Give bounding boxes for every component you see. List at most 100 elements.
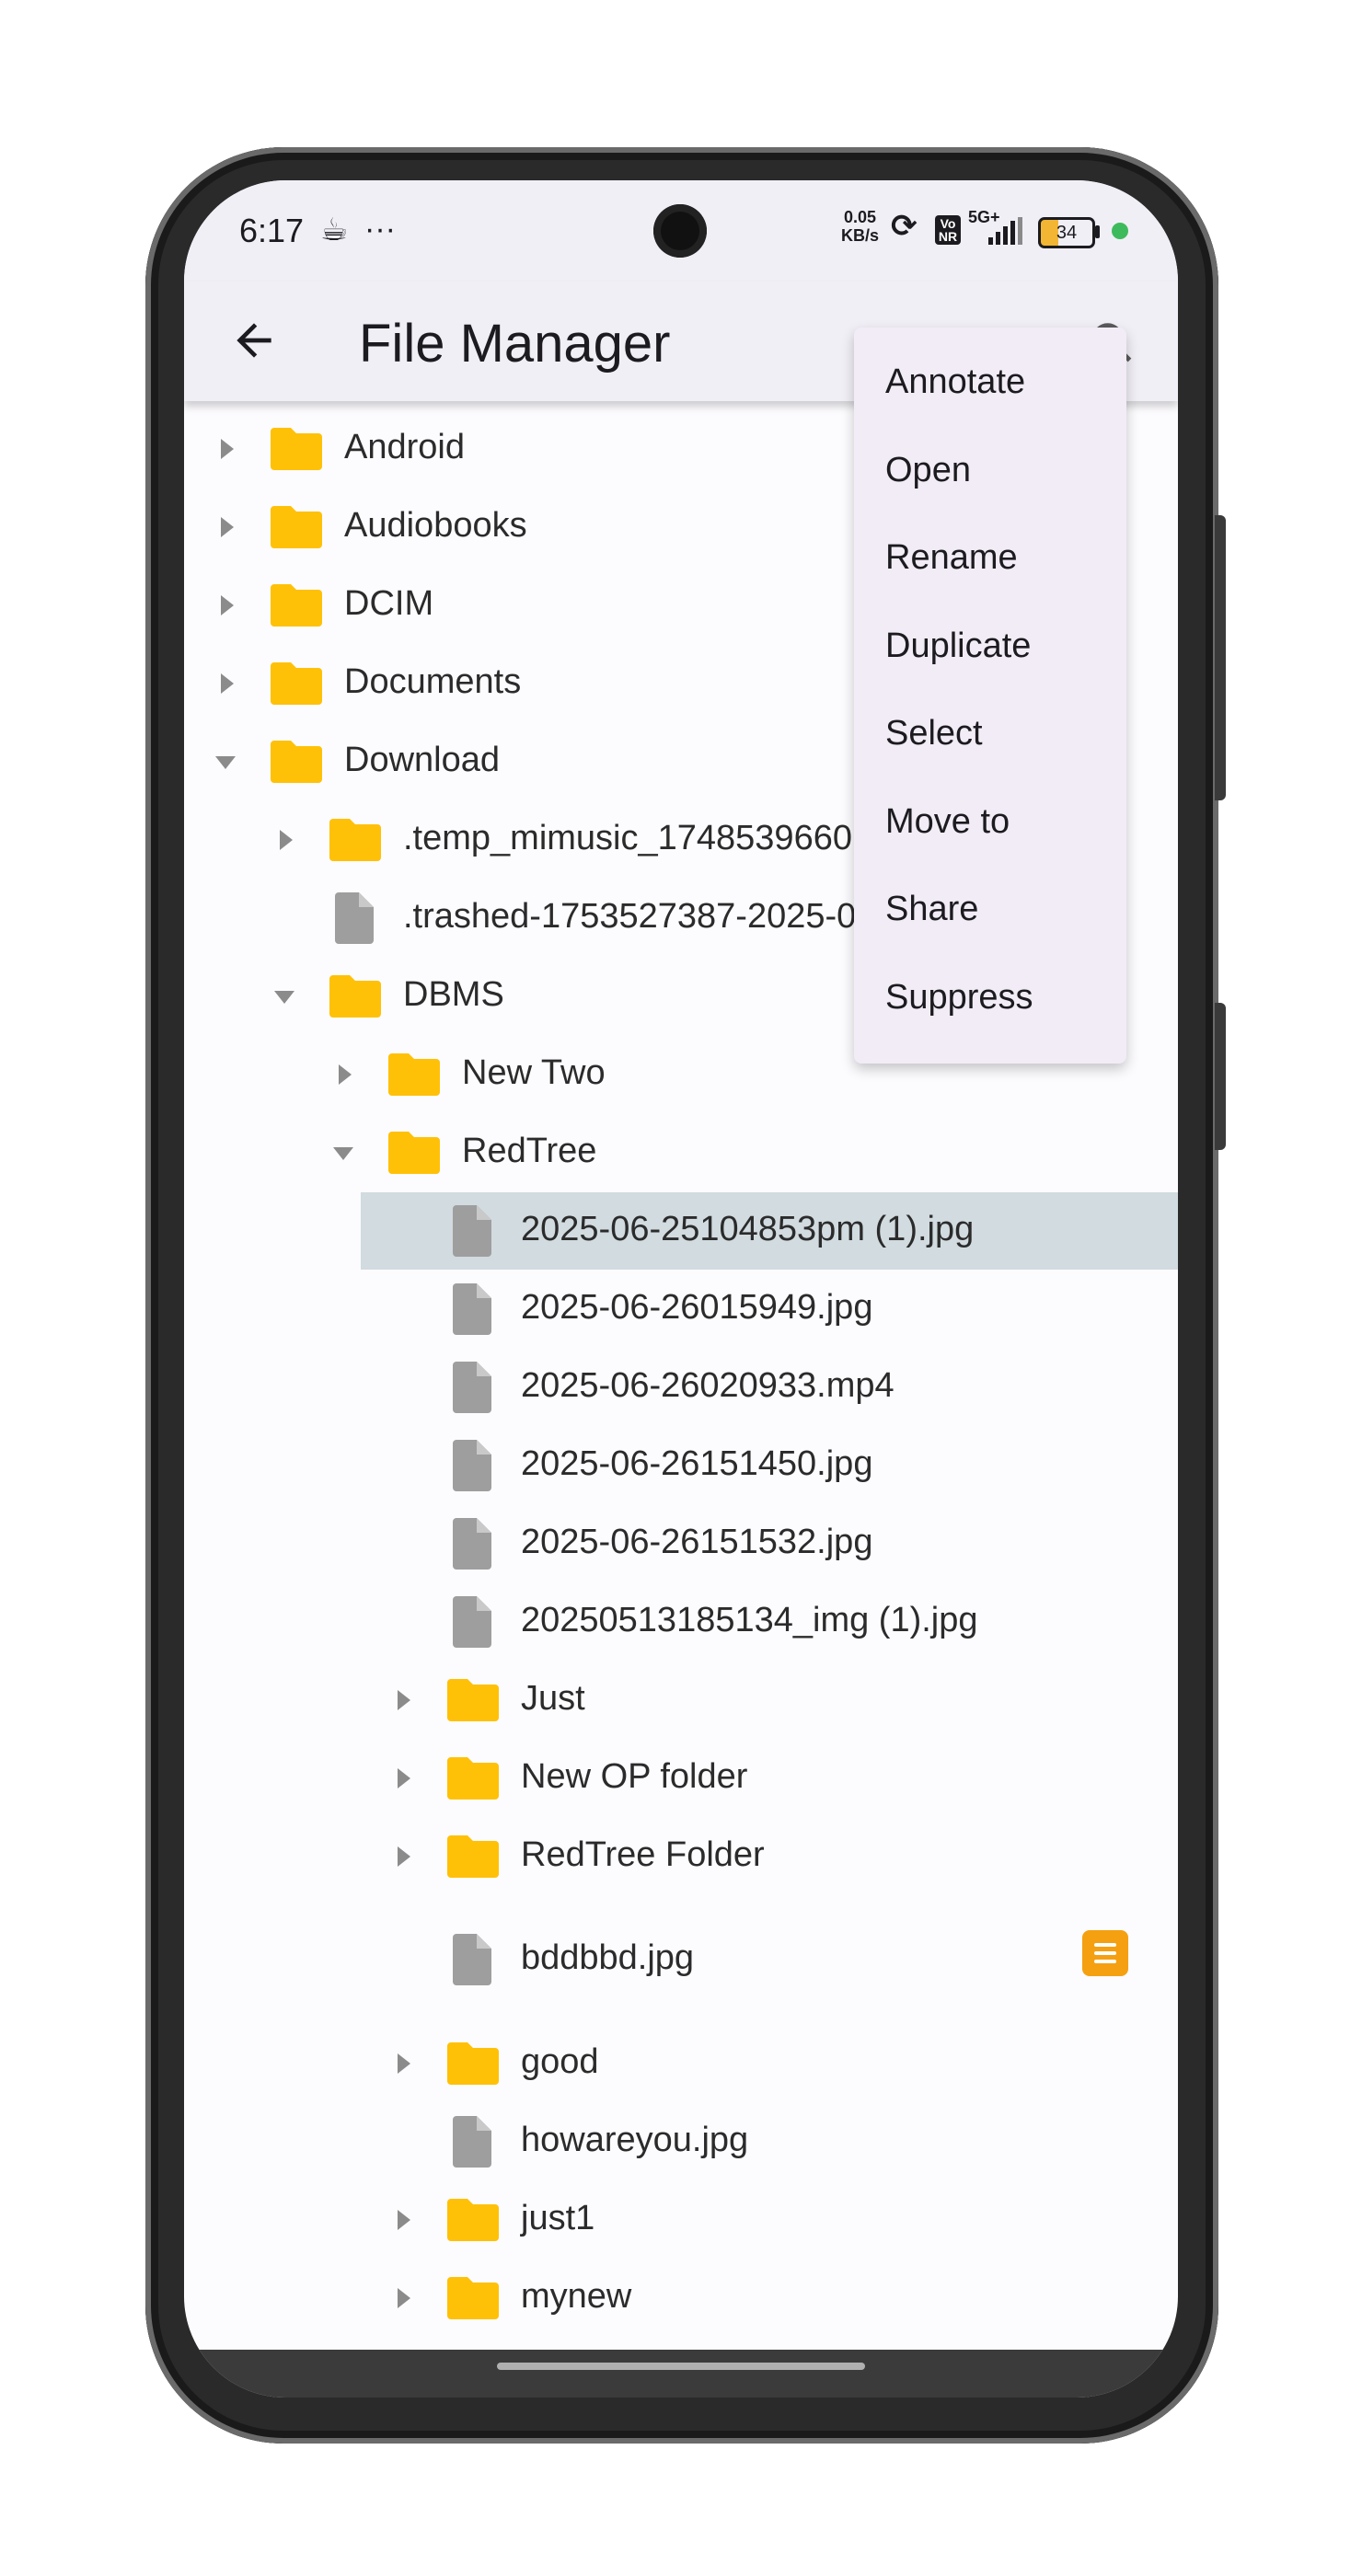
tree-file-row[interactable]: 2025-06-26151532.jpg (184, 1505, 1178, 1582)
menu-item-duplicate[interactable]: Duplicate (885, 627, 1031, 666)
folder-icon (447, 2199, 499, 2241)
arrow-left-icon[interactable] (228, 315, 280, 366)
chevron-right-icon[interactable] (221, 517, 234, 537)
chevron-right-icon[interactable] (398, 2053, 410, 2074)
folder-icon (271, 662, 322, 705)
file-icon (453, 1440, 491, 1491)
tree-item-label: Just (521, 1679, 585, 1718)
folder-icon (447, 1679, 499, 1721)
chevron-right-icon[interactable] (398, 1690, 410, 1710)
tree-item-label: Audiobooks (344, 506, 527, 545)
chevron-right-icon[interactable] (221, 595, 234, 615)
folder-icon (271, 506, 322, 548)
chevron-right-icon[interactable] (339, 1064, 352, 1085)
folder-icon (271, 428, 322, 470)
tree-file-row[interactable]: 20250513185134_img (1).jpg (184, 1583, 1178, 1661)
folder-icon (271, 741, 322, 783)
hotspot-icon: ⟳ (891, 209, 918, 244)
tree-file-row[interactable]: howareyou.jpg (184, 2103, 1178, 2180)
file-icon (335, 892, 374, 944)
folder-icon (329, 975, 381, 1018)
tree-item-label: .trashed-1753527387-2025-0 (403, 897, 857, 936)
navigation-bar (184, 2350, 1178, 2398)
tree-item-label: RedTree (462, 1132, 597, 1170)
status-time: 6:17 (239, 212, 305, 249)
battery-tip (1095, 225, 1100, 238)
tree-item-label: 2025-06-26015949.jpg (521, 1288, 873, 1327)
tree-item-label: howareyou.jpg (521, 2121, 749, 2159)
tree-folder-row[interactable]: just1 (184, 2181, 1178, 2259)
tree-item-label: Download (344, 741, 500, 779)
folder-icon (271, 584, 322, 627)
net-speed-unit: KB/s (841, 226, 880, 245)
file-icon (453, 2116, 491, 2168)
battery-level: 34 (1056, 223, 1078, 243)
folder-icon (447, 2277, 499, 2319)
file-icon (453, 1596, 491, 1648)
tree-folder-row[interactable]: mynew (184, 2260, 1178, 2337)
power-button (1215, 1003, 1226, 1150)
tree-folder-row[interactable]: good (184, 2025, 1178, 2102)
tree-item-label: New Two (462, 1053, 606, 1092)
menu-item-open[interactable]: Open (885, 451, 971, 490)
tree-folder-row[interactable]: RedTree Folder (184, 1818, 1178, 1895)
chevron-down-icon[interactable] (333, 1147, 353, 1160)
tree-item-label: 2025-06-26151450.jpg (521, 1444, 873, 1483)
chevron-right-icon[interactable] (221, 673, 234, 694)
tree-folder-row[interactable]: Just (184, 1662, 1178, 1739)
file-icon (453, 1934, 491, 1985)
chevron-right-icon[interactable] (221, 439, 234, 459)
tree-item-label: mynew (521, 2277, 632, 2316)
menu-item-move-to[interactable]: Move to (885, 802, 1010, 842)
tree-folder-row[interactable]: RedTree (184, 1114, 1178, 1191)
volte-badge: Vo NR (935, 215, 961, 245)
tree-folder-row[interactable]: New OP folder (184, 1740, 1178, 1817)
chevron-right-icon[interactable] (398, 2210, 410, 2230)
chevron-right-icon[interactable] (398, 1768, 410, 1788)
screen: 6:17 ☕ ··· 0.05 KB/s ⟳ Vo NR 5G+ 34 File… (184, 180, 1178, 2398)
chevron-right-icon[interactable] (398, 1846, 410, 1867)
tree-item-label: 2025-06-26151532.jpg (521, 1523, 873, 1561)
chevron-down-icon[interactable] (274, 991, 294, 1004)
menu-item-annotate[interactable]: Annotate (885, 362, 1025, 402)
tree-item-label: Android (344, 428, 465, 466)
folder-icon (388, 1132, 440, 1174)
tree-item-label: DCIM (344, 584, 434, 623)
tree-file-row[interactable]: bddbbd.jpg (184, 1921, 1178, 1998)
net-speed-value: 0.05 (843, 208, 877, 226)
volume-button (1215, 515, 1226, 800)
folder-icon (329, 819, 381, 861)
folder-icon (447, 2042, 499, 2085)
note-icon[interactable] (1082, 1930, 1128, 1976)
tree-item-label: .temp_mimusic_1748539660 (403, 819, 852, 857)
tree-item-label: good (521, 2042, 599, 2081)
privacy-indicator (1112, 223, 1128, 239)
chevron-right-icon[interactable] (280, 830, 293, 850)
menu-item-share[interactable]: Share (885, 890, 978, 929)
tree-file-row[interactable]: 2025-06-25104853pm (1).jpg (361, 1192, 1178, 1270)
tree-item-label: Documents (344, 662, 522, 701)
folder-icon (447, 1835, 499, 1878)
tree-file-row[interactable]: 2025-06-26020933.mp4 (184, 1349, 1178, 1426)
status-bar: 6:17 ☕ ··· 0.05 KB/s ⟳ Vo NR 5G+ 34 (184, 180, 1178, 282)
more-notifications: ··· (364, 212, 396, 247)
net-speed: 0.05 KB/s (841, 208, 879, 245)
menu-item-rename[interactable]: Rename (885, 538, 1018, 578)
folder-icon (447, 1757, 499, 1800)
page-title: File Manager (359, 314, 671, 374)
file-icon (453, 1518, 491, 1570)
menu-item-select[interactable]: Select (885, 714, 983, 753)
tree-file-row[interactable]: 2025-06-26015949.jpg (184, 1271, 1178, 1348)
tree-item-label: 20250513185134_img (1).jpg (521, 1601, 978, 1639)
chevron-right-icon[interactable] (398, 2288, 410, 2308)
menu-item-suppress[interactable]: Suppress (885, 978, 1033, 1018)
signal-icon (988, 217, 1022, 245)
tree-file-row[interactable]: 2025-06-26151450.jpg (184, 1427, 1178, 1504)
context-menu: Annotate Open Rename Duplicate Select Move to… (854, 328, 1126, 1064)
tree-item-label: DBMS (403, 975, 504, 1014)
chevron-down-icon[interactable] (215, 756, 236, 769)
file-icon (453, 1283, 491, 1335)
tree-item-label: just1 (521, 2199, 595, 2237)
home-indicator[interactable] (497, 2363, 865, 2370)
notification-icon: ☕ (320, 213, 349, 247)
